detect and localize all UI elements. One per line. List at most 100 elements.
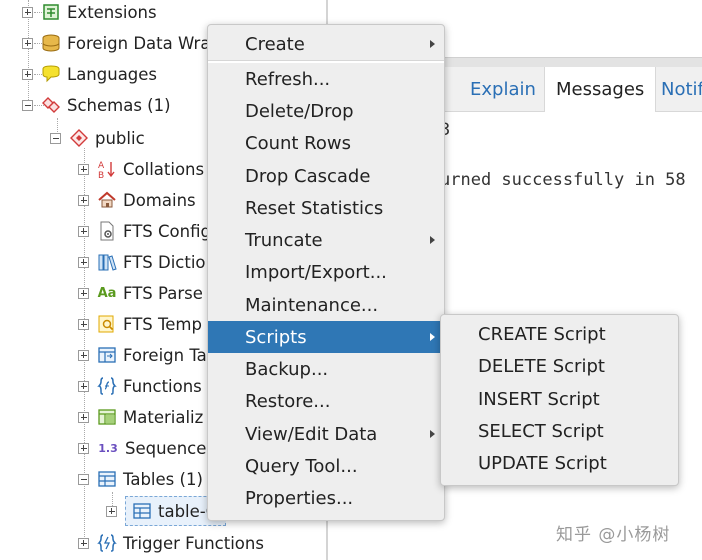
fts-dictionary-icon: [97, 252, 117, 272]
tree-item-collations[interactable]: AB Collations: [78, 154, 204, 184]
message-line: urned successfully in 58: [440, 170, 686, 190]
tree-item-foreign-data-wrappers[interactable]: Foreign Data Wra: [22, 28, 210, 58]
menu-item-scripts[interactable]: Scripts: [208, 321, 444, 353]
sequence-icon: 1.3: [98, 441, 118, 455]
tree-item-label: Functions: [123, 376, 202, 396]
tree-item-label: FTS Config: [123, 221, 211, 241]
tree-item-label: Sequence: [125, 438, 207, 458]
tree-item-languages[interactable]: Languages: [22, 59, 157, 89]
menu-item-label: SELECT Script: [478, 420, 604, 442]
menu-item-drop-cascade[interactable]: Drop Cascade: [208, 160, 444, 192]
menu-item-create-script[interactable]: CREATE Script: [441, 318, 678, 350]
menu-item-count-rows[interactable]: Count Rows: [208, 127, 444, 159]
fts-template-icon: [97, 314, 117, 334]
menu-item-label: Delete/Drop: [245, 100, 354, 122]
menu-item-label: DELETE Script: [478, 355, 605, 377]
submenu-arrow-icon: [430, 430, 435, 438]
tab-label: Messages: [556, 79, 645, 100]
tree-item-fts-parsers[interactable]: Aa FTS Parse: [78, 278, 203, 308]
menu-item-update-script[interactable]: UPDATE Script: [441, 447, 678, 479]
tree-item-foreign-tables[interactable]: Foreign Ta: [78, 340, 207, 370]
expand-icon[interactable]: [78, 194, 89, 206]
menu-item-label: INSERT Script: [478, 388, 600, 410]
tree-item-label: Materializ: [123, 407, 204, 427]
menu-item-backup[interactable]: Backup...: [208, 353, 444, 385]
menu-item-maintenance[interactable]: Maintenance...: [208, 289, 444, 321]
tab-explain[interactable]: Explain: [470, 67, 536, 111]
menu-item-query-tool[interactable]: Query Tool...: [208, 450, 444, 482]
tree-item-label: Foreign Data Wra: [67, 33, 211, 53]
foreign-table-icon: [97, 345, 117, 365]
expand-icon[interactable]: [22, 6, 33, 18]
tree-item-label: Schemas (1): [67, 95, 171, 115]
expand-icon[interactable]: [78, 256, 89, 268]
tree-item-fts-configurations[interactable]: FTS Config: [78, 216, 211, 246]
tree-item-label: Trigger Functions: [123, 533, 264, 553]
menu-item-label: CREATE Script: [478, 323, 606, 345]
schema-icon: [69, 128, 89, 148]
tree-item-label: Languages: [67, 64, 158, 84]
expand-icon[interactable]: [78, 163, 89, 175]
menu-item-label: Properties...: [245, 487, 354, 509]
menu-item-label: Query Tool...: [245, 455, 358, 477]
tree-item-sequences[interactable]: 1.3 Sequence: [78, 433, 206, 463]
tree-item-public[interactable]: public: [50, 123, 145, 153]
expand-icon[interactable]: [78, 225, 89, 237]
expand-icon[interactable]: [78, 380, 89, 392]
watermark-text: 知乎 @小杨树: [556, 525, 671, 545]
menu-item-refresh[interactable]: Refresh...: [208, 63, 444, 95]
tree-item-extensions[interactable]: Extensions: [22, 0, 157, 27]
menu-item-view-edit-data[interactable]: View/Edit Data: [208, 418, 444, 450]
tree-item-fts-templates[interactable]: FTS Temp: [78, 309, 202, 339]
menu-item-insert-script[interactable]: INSERT Script: [441, 383, 678, 415]
svg-text:B: B: [98, 171, 104, 179]
menu-item-label: Drop Cascade: [245, 165, 371, 187]
menu-item-select-script[interactable]: SELECT Script: [441, 415, 678, 447]
expand-icon[interactable]: [78, 537, 89, 549]
tree-item-functions[interactable]: Functions: [78, 371, 202, 401]
tree-item-tables[interactable]: Tables (1): [78, 464, 203, 494]
tab-messages[interactable]: Messages: [544, 67, 657, 112]
extensions-icon: [41, 2, 61, 22]
menu-item-properties[interactable]: Properties...: [208, 482, 444, 514]
menu-item-create[interactable]: Create: [208, 28, 444, 60]
materialized-view-icon: [97, 407, 117, 427]
tree-item-fts-dictionaries[interactable]: FTS Dictio: [78, 247, 206, 277]
table-icon: [132, 501, 152, 521]
menu-item-truncate[interactable]: Truncate: [208, 224, 444, 256]
svg-text:A: A: [98, 161, 105, 171]
collapse-icon[interactable]: [78, 473, 89, 485]
expand-icon[interactable]: [78, 349, 89, 361]
menu-item-restore[interactable]: Restore...: [208, 385, 444, 417]
tree-item-label: public: [95, 128, 145, 148]
tab-notifications[interactable]: Notif: [661, 67, 702, 111]
expand-icon[interactable]: [106, 505, 117, 517]
tree-item-trigger-functions[interactable]: Trigger Functions: [78, 528, 264, 558]
expand-icon[interactable]: [78, 287, 89, 299]
expand-icon[interactable]: [22, 37, 33, 49]
languages-icon: [41, 64, 61, 84]
tree-item-materialized-views[interactable]: Materializ: [78, 402, 203, 432]
menu-item-label: Create: [245, 33, 305, 55]
expand-icon[interactable]: [78, 318, 89, 330]
collapse-icon[interactable]: [50, 132, 61, 144]
menu-item-delete-script[interactable]: DELETE Script: [441, 350, 678, 382]
submenu-arrow-icon: [430, 333, 435, 341]
expand-icon[interactable]: [22, 68, 33, 80]
tree-item-domains[interactable]: Domains: [78, 185, 196, 215]
menu-item-reset-statistics[interactable]: Reset Statistics: [208, 192, 444, 224]
menu-item-label: Count Rows: [245, 132, 351, 154]
functions-icon: [97, 376, 117, 396]
menu-item-label: Restore...: [245, 390, 331, 412]
menu-item-import-export[interactable]: Import/Export...: [208, 256, 444, 288]
expand-icon[interactable]: [78, 442, 89, 454]
collapse-icon[interactable]: [22, 99, 33, 111]
menu-item-delete-drop[interactable]: Delete/Drop: [208, 95, 444, 127]
tree-item-label: Domains: [123, 190, 196, 210]
tree-item-label: FTS Temp: [123, 314, 202, 334]
menu-item-label: Refresh...: [245, 68, 331, 90]
menu-item-label: Scripts: [245, 326, 307, 348]
expand-icon[interactable]: [78, 411, 89, 423]
tree-item-schemas[interactable]: Schemas (1): [22, 90, 171, 120]
fts-config-icon: [97, 221, 117, 241]
